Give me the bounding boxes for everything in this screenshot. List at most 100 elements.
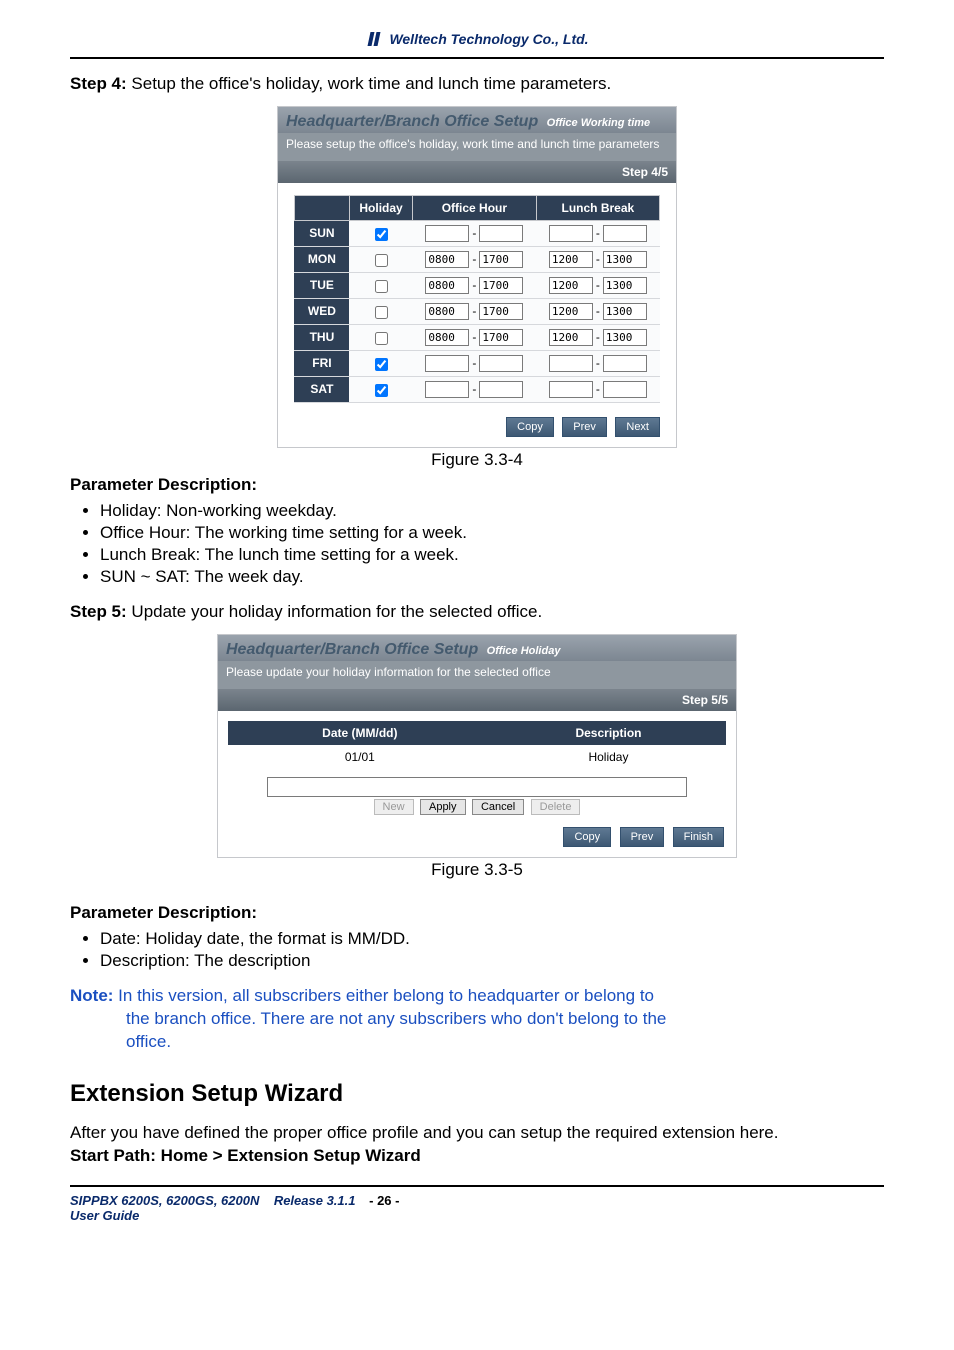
note-line2: the branch office. There are not any sub… bbox=[70, 1008, 884, 1031]
col-description: Description bbox=[491, 721, 725, 745]
lunch-break-start[interactable] bbox=[549, 303, 593, 320]
day-label: MON bbox=[294, 246, 349, 272]
office-hour-start[interactable] bbox=[425, 251, 469, 268]
lunch-break-end[interactable] bbox=[603, 251, 647, 268]
office-hour-start[interactable] bbox=[425, 329, 469, 346]
office-hour-start[interactable] bbox=[425, 225, 469, 242]
office-hour-start[interactable] bbox=[425, 355, 469, 372]
lunch-break-cell: - bbox=[536, 376, 659, 402]
holiday-checkbox[interactable] bbox=[375, 332, 388, 345]
holiday-checkbox[interactable] bbox=[375, 306, 388, 319]
col-lunch-break: Lunch Break bbox=[536, 195, 659, 220]
holiday-cell bbox=[349, 220, 412, 246]
office-hour-end[interactable] bbox=[479, 251, 523, 268]
param-desc1-heading: Parameter Description: bbox=[70, 474, 884, 497]
lunch-break-start[interactable] bbox=[549, 251, 593, 268]
holiday-checkbox[interactable] bbox=[375, 358, 388, 371]
lunch-break-end[interactable] bbox=[603, 303, 647, 320]
company-name: Welltech Technology Co., Ltd. bbox=[389, 31, 588, 47]
extension-wizard-para: After you have defined the proper office… bbox=[70, 1122, 884, 1145]
table-row: TUE-- bbox=[294, 272, 659, 298]
param-desc1-list: Holiday: Non-working weekday.Office Hour… bbox=[70, 501, 884, 587]
holiday-cell bbox=[349, 376, 412, 402]
footer-guide: User Guide bbox=[70, 1208, 139, 1223]
office-hour-cell: - bbox=[413, 376, 536, 402]
copy-button[interactable]: Copy bbox=[506, 417, 554, 437]
col-holiday: Holiday bbox=[349, 195, 412, 220]
office-hour-end[interactable] bbox=[479, 303, 523, 320]
lunch-break-end[interactable] bbox=[603, 225, 647, 242]
table-row: FRI-- bbox=[294, 350, 659, 376]
table-row: WED-- bbox=[294, 298, 659, 324]
prev-button[interactable]: Prev bbox=[562, 417, 607, 437]
fig4-step: Step 4/5 bbox=[278, 161, 676, 183]
office-hour-cell: - bbox=[413, 246, 536, 272]
step5-label: Step 5: bbox=[70, 602, 127, 621]
holiday-checkbox[interactable] bbox=[375, 280, 388, 293]
col-date: Date (MM/dd) bbox=[228, 721, 491, 745]
lunch-break-cell: - bbox=[536, 350, 659, 376]
prev-button[interactable]: Prev bbox=[620, 827, 665, 847]
footer-product: SIPPBX 6200S, 6200GS, 6200N bbox=[70, 1193, 259, 1208]
lunch-break-end[interactable] bbox=[603, 277, 647, 294]
fig5-step: Step 5/5 bbox=[218, 689, 736, 711]
lunch-break-cell: - bbox=[536, 220, 659, 246]
office-hour-end[interactable] bbox=[479, 329, 523, 346]
lunch-break-start[interactable] bbox=[549, 355, 593, 372]
holiday-cell bbox=[349, 350, 412, 376]
fig5-title-main: Headquarter/Branch Office Setup bbox=[226, 641, 478, 658]
day-label: TUE bbox=[294, 272, 349, 298]
office-holiday-panel: Headquarter/Branch Office Setup Office H… bbox=[217, 634, 737, 858]
footer: SIPPBX 6200S, 6200GS, 6200N Release 3.1.… bbox=[70, 1193, 884, 1223]
finish-button[interactable]: Finish bbox=[673, 827, 724, 847]
office-hour-end[interactable] bbox=[479, 381, 523, 398]
holiday-cell bbox=[349, 324, 412, 350]
step4-rest: Setup the office's holiday, work time an… bbox=[127, 74, 612, 93]
holiday-checkbox[interactable] bbox=[375, 384, 388, 397]
office-hour-end[interactable] bbox=[479, 355, 523, 372]
lunch-break-start[interactable] bbox=[549, 225, 593, 242]
cancel-button[interactable]: Cancel bbox=[472, 799, 524, 815]
working-time-table: Holiday Office Hour Lunch Break SUN--MON… bbox=[294, 195, 660, 403]
apply-button[interactable]: Apply bbox=[420, 799, 466, 815]
lunch-break-start[interactable] bbox=[549, 381, 593, 398]
copy-button[interactable]: Copy bbox=[563, 827, 611, 847]
lunch-break-cell: - bbox=[536, 246, 659, 272]
lunch-break-end[interactable] bbox=[603, 329, 647, 346]
lunch-break-end[interactable] bbox=[603, 355, 647, 372]
office-hour-end[interactable] bbox=[479, 277, 523, 294]
note-line1: In this version, all subscribers either … bbox=[113, 986, 654, 1005]
day-label: SUN bbox=[294, 220, 349, 246]
lunch-break-start[interactable] bbox=[549, 329, 593, 346]
office-hour-start[interactable] bbox=[425, 303, 469, 320]
holiday-cell bbox=[349, 272, 412, 298]
fig4-caption: Figure 3.3-4 bbox=[70, 450, 884, 470]
office-hour-start[interactable] bbox=[425, 277, 469, 294]
footer-release: Release 3.1.1 bbox=[274, 1193, 356, 1208]
holiday-checkbox[interactable] bbox=[375, 228, 388, 241]
list-item: Office Hour: The working time setting fo… bbox=[100, 523, 884, 543]
holiday-cell bbox=[349, 246, 412, 272]
lunch-break-cell: - bbox=[536, 298, 659, 324]
col-blank bbox=[294, 195, 349, 220]
new-button[interactable]: New bbox=[374, 799, 414, 815]
holiday-edit-input[interactable] bbox=[267, 777, 687, 797]
company-logo: Welltech Technology Co., Ltd. bbox=[365, 30, 588, 48]
office-hour-end[interactable] bbox=[479, 225, 523, 242]
next-button[interactable]: Next bbox=[615, 417, 660, 437]
step4-label: Step 4: bbox=[70, 74, 127, 93]
footer-rule bbox=[70, 1185, 884, 1187]
extension-wizard-heading: Extension Setup Wizard bbox=[70, 1080, 884, 1108]
table-row[interactable]: 01/01 Holiday bbox=[228, 745, 725, 769]
day-label: THU bbox=[294, 324, 349, 350]
param-desc2-list: Date: Holiday date, the format is MM/DD.… bbox=[70, 929, 884, 971]
office-working-time-panel: Headquarter/Branch Office Setup Office W… bbox=[277, 106, 677, 448]
note-text: Note: In this version, all subscribers e… bbox=[70, 985, 884, 1008]
holiday-checkbox[interactable] bbox=[375, 254, 388, 267]
office-hour-start[interactable] bbox=[425, 381, 469, 398]
office-hour-cell: - bbox=[413, 350, 536, 376]
lunch-break-end[interactable] bbox=[603, 381, 647, 398]
lunch-break-start[interactable] bbox=[549, 277, 593, 294]
delete-button[interactable]: Delete bbox=[531, 799, 581, 815]
note-line3: office. bbox=[70, 1031, 884, 1054]
